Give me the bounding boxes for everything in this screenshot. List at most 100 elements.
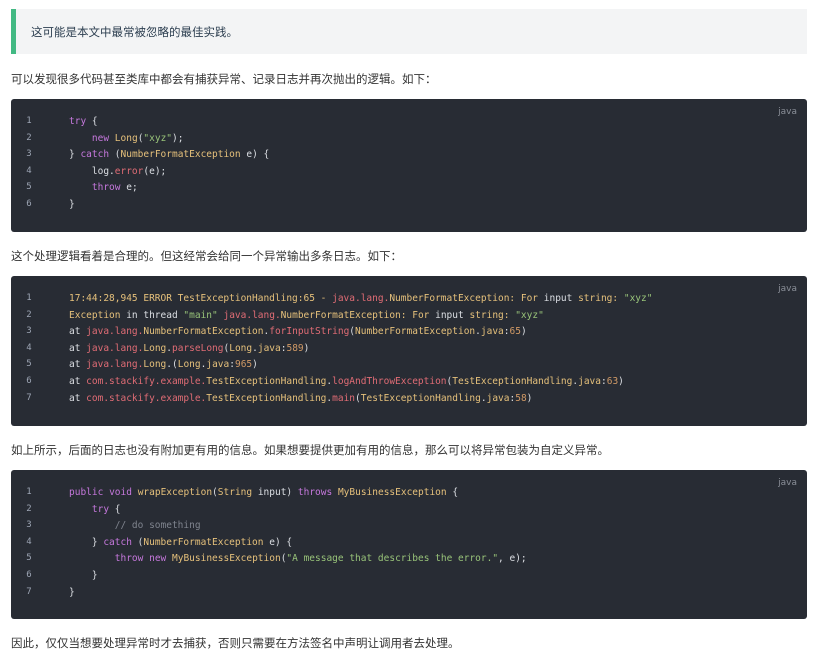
code-token: java — [480, 326, 504, 338]
code-line: 5 at java.lang.Long.(Long.java:965) — [11, 359, 807, 376]
code-line: 4 } catch (NumberFormatException e) { — [11, 537, 807, 554]
code-token: Long — [143, 342, 167, 354]
code-token: java.lang. — [86, 342, 144, 354]
paragraph-2: 这个处理逻辑看着是合理的。但这经常会给同一个异常输出多条日志。如下： — [11, 249, 402, 263]
code-text: at com.stackify.example.TestExceptionHan… — [69, 393, 532, 404]
code-text: at java.lang.Long.parseLong(Long.java:58… — [69, 343, 309, 354]
code-token: NumberFormatException — [280, 309, 401, 321]
code-line: 7} — [11, 587, 807, 604]
code-token: new — [149, 553, 167, 565]
code-line: 2 try { — [11, 504, 807, 521]
code-token: java.lang. — [86, 359, 144, 371]
code-text: public void wrapException(String input) … — [69, 487, 458, 498]
line-number: 1 — [26, 487, 32, 497]
code-token: parseLong — [172, 342, 224, 354]
code-token: NumberFormatException — [120, 149, 241, 161]
code-token: : For — [400, 309, 436, 321]
code-text: } catch (NumberFormatException e) { — [69, 149, 269, 160]
code-token: forInputString — [269, 326, 350, 338]
code-token: Long — [143, 359, 167, 371]
code-token: main — [332, 392, 356, 404]
code-token: logAndThrowException — [332, 376, 447, 387]
line-number: 6 — [26, 199, 32, 209]
code-token: at — [69, 376, 87, 387]
code-line: 5 throw e; — [11, 182, 807, 199]
code-token: error — [114, 165, 144, 177]
code-token: TestExceptionHandling — [206, 392, 327, 404]
code-block-catch-log-rethrow: java 1 try {2 new Long("xyz"); 3} catch (N… — [11, 99, 807, 232]
code-token: java.lang. — [86, 326, 144, 338]
code-token: } — [69, 536, 104, 548]
code-token: Long — [229, 342, 253, 354]
code-token: "xyz" — [623, 293, 653, 304]
code-token: string: — [463, 309, 516, 321]
code-token: ) — [526, 392, 533, 404]
code-token: ) — [520, 326, 527, 338]
code-text: throw new MyBusinessException("A message… — [69, 553, 527, 564]
line-number: 2 — [26, 503, 32, 514]
code-token: input — [435, 309, 464, 321]
code-line: 2 new Long("xyz"); — [11, 133, 807, 150]
code-token: ( — [109, 149, 121, 161]
code-line: 3 } catch (NumberFormatException e) { — [11, 149, 807, 166]
code-token: ) — [303, 342, 310, 354]
code-token: at — [69, 342, 87, 354]
code-line: 6 } — [11, 570, 807, 587]
code-text: } — [69, 587, 75, 598]
line-number: 4 — [26, 536, 32, 547]
code-token: (e); — [143, 165, 167, 177]
code-token: log. — [69, 165, 115, 177]
code-token: TestExceptionHandling — [452, 376, 573, 387]
code-text: } — [69, 570, 98, 581]
code-token: at — [69, 359, 87, 371]
line-number: 3 — [26, 326, 32, 337]
line-number: 2 — [26, 132, 32, 143]
code-text: // do something — [69, 520, 201, 531]
code-text: new Long("xyz"); — [69, 132, 184, 144]
best-practice-callout: 这可能是本文中最常被忽略的最佳实践。 — [11, 9, 807, 54]
code-line: 3 // do something — [11, 520, 807, 537]
code-text: at com.stackify.example.TestExceptionHan… — [69, 376, 624, 387]
code-token: TestExceptionHandling — [360, 392, 481, 404]
line-number: 6 — [26, 570, 32, 580]
code-token: throws — [297, 487, 333, 498]
code-token: NumberFormatException — [143, 326, 264, 338]
code-token: java.lang. — [223, 309, 281, 321]
code-token: wrapException — [137, 487, 213, 498]
code-token: 63 — [606, 376, 619, 387]
code-token: .( — [166, 359, 178, 371]
code-text: try { — [69, 116, 98, 127]
line-number: 4 — [26, 342, 32, 353]
code-token: void — [109, 487, 132, 498]
code-line: 6 at com.stackify.example.TestExceptionHa… — [11, 376, 807, 393]
code-line: 2 Exception in thread "main" java.lang.Nu… — [11, 310, 807, 327]
code-token: throw — [91, 182, 121, 194]
code-token: 65 — [509, 326, 521, 338]
code-line: 4 log.error(e); — [11, 166, 807, 183]
code-token: "xyz" — [143, 132, 173, 144]
code-token: MyBusinessException — [337, 487, 447, 498]
code-token: input — [543, 293, 573, 304]
code-text: 17:44:28,945 ERROR TestExceptionHandling… — [69, 293, 652, 304]
code-token: input) — [252, 487, 298, 498]
line-number: 1 — [26, 293, 32, 303]
code-token: java — [486, 392, 510, 404]
line-number: 6 — [26, 376, 32, 386]
code-block-log-output: java 1 17:44:28,945 ERROR TestExceptionHa… — [11, 276, 807, 426]
line-number: 2 — [26, 309, 32, 320]
line-number: 3 — [26, 149, 32, 160]
code-line: 6} — [11, 199, 807, 216]
code-token: NumberFormatException — [355, 326, 476, 338]
code-token: } — [69, 586, 75, 598]
code-token: throw — [114, 553, 144, 565]
code-text: throw e; — [69, 182, 138, 193]
code-text: try { — [69, 504, 121, 515]
code-token: , e); — [498, 553, 527, 565]
code-token: e) { — [240, 149, 270, 161]
code-token: 17:44:28,945 ERROR TestExceptionHandling… — [69, 293, 333, 304]
code-token: TestExceptionHandling — [206, 376, 327, 387]
code-token: Long — [177, 359, 201, 371]
